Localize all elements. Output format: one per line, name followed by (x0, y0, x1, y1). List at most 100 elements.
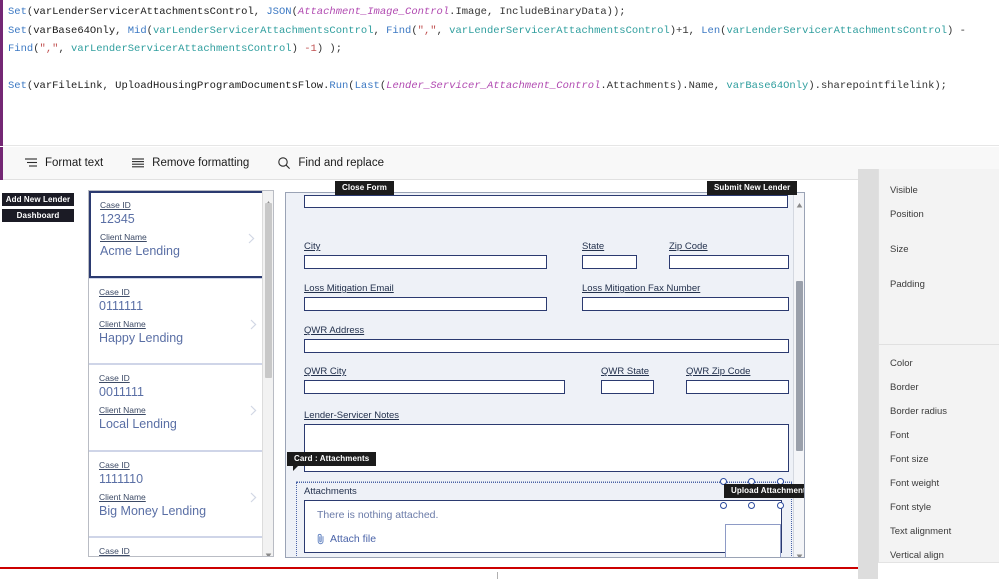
field-state-input[interactable] (582, 255, 637, 269)
formula-token: ) ); (316, 43, 343, 55)
formula-editor[interactable]: Set(varLenderServicerAttachmentsControl,… (8, 3, 995, 96)
tooltip-card-attachments: Card : Attachments (287, 452, 377, 471)
field-qwr-state-label: QWR State (601, 366, 650, 377)
property-vertical-align[interactable]: Vertical align (890, 550, 944, 562)
formula-toolbar: Format text Remove formatting Find and r… (0, 147, 999, 180)
scroll-down-icon[interactable] (265, 546, 272, 556)
chevron-right-icon[interactable] (250, 403, 257, 416)
card-attachments[interactable]: Attachments There is nothing attached. A… (296, 478, 804, 557)
field-lender-servicer-notes: Lender-Servicer Notes (304, 410, 789, 472)
form-scroll-down-icon[interactable] (796, 547, 803, 557)
formula-token: ) - (947, 24, 973, 37)
field-city-input[interactable] (304, 255, 547, 269)
gallery-item-case-id-value: 0011111 (99, 385, 144, 399)
format-text-button[interactable]: Format text (10, 147, 117, 180)
formula-token: varLenderServicerAttachmentsControl (726, 24, 947, 37)
gallery-scrollbar[interactable] (262, 191, 273, 556)
property-font-style[interactable]: Font style (890, 502, 931, 514)
gallery-item-client-name-value: Big Money Lending (99, 503, 207, 518)
upload-attachment-control[interactable] (725, 524, 781, 557)
resize-handle-mid-left[interactable] (720, 502, 727, 509)
gallery-item[interactable]: Case ID1111100 (89, 537, 264, 556)
gallery-scroll-thumb[interactable] (265, 203, 272, 378)
gallery-items: Case ID 12345 Client Name Acme Lending Case … (89, 191, 273, 556)
formula-token: Find (8, 43, 34, 55)
formula-token: -1 (304, 43, 317, 55)
resize-handle-mid-right[interactable] (777, 502, 784, 509)
field-lender-servicer-notes-label: Lender-Servicer Notes (304, 410, 400, 421)
gallery-item[interactable]: Case ID 12345 Client Name Acme Lending (89, 191, 264, 278)
field-city-label: City (304, 241, 321, 252)
property-visible[interactable]: Visible (890, 185, 918, 197)
property-padding[interactable]: Padding (890, 279, 925, 291)
properties-style-group: Color Border Border radius Font Font siz… (879, 346, 999, 579)
gallery-item[interactable]: Case ID 0011111 Client Name Local Lending (89, 364, 264, 451)
attach-file-link[interactable]: Attach file (317, 533, 376, 545)
field-qwr-city-input[interactable] (304, 380, 565, 394)
field-qwr-address-label: QWR Address (304, 325, 365, 336)
gallery-item-case-id-label: Case ID (99, 459, 130, 470)
remove-formatting-icon (131, 156, 145, 170)
attachments-control[interactable]: There is nothing attached. Attach file (304, 500, 782, 557)
power-apps-studio: Set(varLenderServicerAttachmentsControl,… (0, 0, 999, 579)
find-and-replace-button[interactable]: Find and replace (263, 147, 398, 180)
formula-token: Run (329, 80, 349, 92)
canvas-bottom-tick (497, 572, 498, 579)
formula-token: varBase64Only (33, 24, 116, 37)
gallery-item-client-name-label: Client Name (99, 318, 146, 329)
field-zip-code-input[interactable] (669, 255, 789, 269)
lender-gallery[interactable]: Case ID 12345 Client Name Acme Lending Case … (88, 190, 274, 557)
resize-handle-mid-center[interactable] (748, 502, 755, 509)
remove-formatting-button[interactable]: Remove formatting (117, 147, 263, 180)
formula-token: Lender_Servicer_Attachment_Control (386, 80, 601, 92)
field-qwr-state-input[interactable] (601, 380, 654, 394)
property-font[interactable]: Font (890, 430, 909, 442)
chevron-right-icon[interactable] (248, 231, 255, 244)
property-color[interactable]: Color (890, 358, 913, 370)
app-canvas[interactable]: Add New Lender Dashboard Case ID 12345 Cli… (0, 180, 860, 569)
formula-token: , (436, 24, 450, 37)
gallery-item[interactable]: Case ID 0111111 Client Name Happy Lending (89, 277, 264, 364)
form-scroll-up-icon[interactable] (796, 196, 803, 208)
gallery-item-client-name-label: Client Name (100, 232, 147, 242)
add-new-lender-button[interactable]: Add New Lender (2, 193, 74, 206)
property-text-alignment[interactable]: Text alignment (890, 526, 951, 538)
formula-token: "," (39, 43, 59, 55)
tooltip-close-form: Close Form (335, 181, 395, 195)
formula-token: , (253, 6, 267, 18)
attachments-empty-text: There is nothing attached. (317, 509, 439, 521)
gallery-item[interactable]: Case ID 1111110 Client Name Big Money Lendi… (89, 450, 264, 537)
formula-token: .Attachments).Name, (600, 80, 727, 92)
property-font-weight[interactable]: Font weight (890, 478, 939, 490)
field-state: State (582, 241, 637, 269)
field-lender-servicer-notes-input[interactable] (304, 424, 789, 472)
form-scrollbar[interactable] (793, 193, 804, 557)
property-border-radius[interactable]: Border radius (890, 406, 947, 418)
formula-token: ) (291, 43, 305, 55)
field-qwr-state: QWR State (601, 366, 654, 394)
dashboard-button[interactable]: Dashboard (2, 209, 74, 222)
property-size[interactable]: Size (890, 244, 908, 256)
address-field-input[interactable] (304, 195, 788, 208)
formula-token: JSON (266, 6, 292, 18)
property-font-size[interactable]: Font size (890, 454, 929, 466)
field-loss-mitigation-email-input[interactable] (304, 297, 547, 311)
formula-token: , (115, 24, 128, 37)
property-border[interactable]: Border (890, 382, 919, 394)
formula-bar[interactable]: Set(varLenderServicerAttachmentsControl,… (0, 0, 999, 146)
chevron-right-icon[interactable] (250, 490, 257, 502)
property-position[interactable]: Position (890, 209, 924, 221)
scroll-up-icon[interactable] (265, 194, 272, 206)
formula-token: Attachment_Image_Control (297, 6, 450, 18)
field-loss-mitigation-fax-input[interactable] (582, 297, 789, 311)
field-loss-mitigation-email-label: Loss Mitigation Email (304, 283, 394, 294)
edit-form[interactable]: City State Zip Code Loss Mitigation Emai… (285, 192, 805, 558)
chevron-right-icon[interactable] (250, 317, 257, 329)
formula-token: , (58, 43, 72, 55)
field-qwr-zip-code-input[interactable] (686, 380, 789, 394)
paperclip-icon (317, 533, 325, 545)
format-text-icon (24, 156, 38, 170)
form-scroll-thumb[interactable] (796, 281, 803, 451)
format-text-label: Format text (45, 157, 104, 169)
field-qwr-address-input[interactable] (304, 339, 789, 353)
